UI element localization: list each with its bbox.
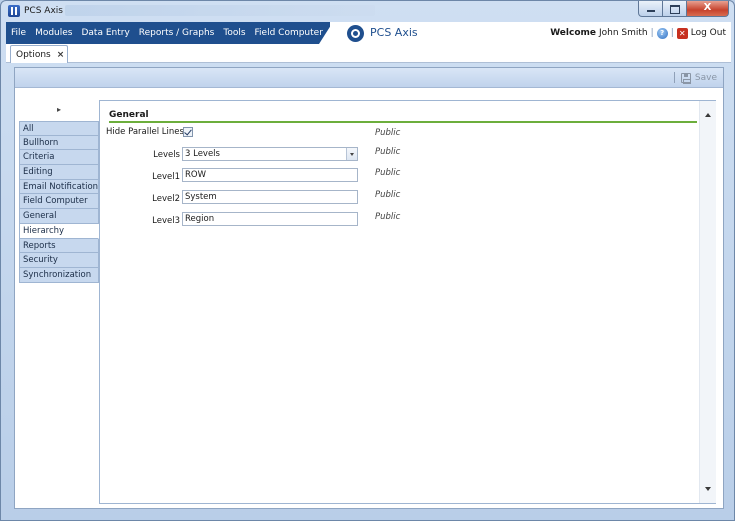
logout-link[interactable]: Log Out <box>691 28 726 38</box>
tab-label: Options <box>16 49 51 60</box>
close-window-button[interactable]: X <box>687 1 729 17</box>
public-tag: Public <box>375 128 401 138</box>
window-title: PCS Axis <box>24 6 63 16</box>
level2-label: Level2 <box>152 194 180 204</box>
menu-modules[interactable]: Modules <box>31 28 76 38</box>
separator: | <box>650 28 654 38</box>
tab-options[interactable]: Options × <box>10 45 68 63</box>
level2-input[interactable]: System <box>182 190 358 204</box>
collapse-arrow-icon[interactable]: ▸ <box>57 105 61 114</box>
toolbar: Save <box>15 68 723 88</box>
brand-logo-icon <box>347 25 364 42</box>
level3-label: Level3 <box>152 216 180 226</box>
sidebar-item-all[interactable]: All <box>19 121 99 136</box>
logout-icon[interactable]: ✕ <box>676 27 688 39</box>
menu-bar: File Modules Data Entry Reports / Graphs… <box>6 22 731 44</box>
window-controls: X <box>638 1 729 17</box>
sidebar-item-reports[interactable]: Reports <box>19 238 99 254</box>
taskbar-ghost-area <box>65 5 375 16</box>
options-category-list: All Bullhorn Criteria Editing Email Noti… <box>19 121 99 283</box>
public-tag: Public <box>375 168 401 178</box>
level3-input[interactable]: Region <box>182 212 358 226</box>
user-area: Welcome John Smith | ? | ✕ Log Out <box>550 22 726 44</box>
sidebar-item-synchronization[interactable]: Synchronization <box>19 267 99 283</box>
public-tag: Public <box>375 190 401 200</box>
application-window: PCS Axis X File Modules Data Entry Repor… <box>0 0 735 521</box>
level1-input[interactable]: ROW <box>182 168 358 182</box>
level1-label: Level1 <box>152 172 180 182</box>
public-tag: Public <box>375 147 401 157</box>
sidebar-item-bullhorn[interactable]: Bullhorn <box>19 135 99 151</box>
levels-label: Levels <box>153 150 180 160</box>
menu-reports-graphs[interactable]: Reports / Graphs <box>135 28 219 38</box>
sidebar-item-field-computer[interactable]: Field Computer <box>19 194 99 210</box>
menu-field-computer[interactable]: Field Computer <box>251 28 327 38</box>
vertical-scrollbar[interactable] <box>699 101 716 503</box>
save-label: Save <box>694 72 717 83</box>
save-disk-icon <box>680 72 691 84</box>
menu-tools[interactable]: Tools <box>219 28 249 38</box>
menu-items: File Modules Data Entry Reports / Graphs… <box>6 22 356 44</box>
brand-name: PCS Axis <box>370 26 418 39</box>
options-content: Save ▸ All Bullhorn Criteria Editing Ema… <box>14 67 724 509</box>
minimize-button[interactable] <box>638 1 663 17</box>
sidebar-item-email-notification[interactable]: Email Notification <box>19 179 99 195</box>
help-icon[interactable]: ? <box>656 27 668 39</box>
sidebar-item-hierarchy[interactable]: Hierarchy <box>19 223 99 239</box>
sidebar-item-general[interactable]: General <box>19 209 99 224</box>
settings-panel: General Hide Parallel Lines Public Level… <box>99 100 716 504</box>
app-icon <box>8 5 20 17</box>
close-icon: X <box>703 2 712 13</box>
welcome-label: Welcome <box>550 28 596 38</box>
hide-parallel-lines-label: Hide Parallel Lines <box>106 127 184 137</box>
maximize-button[interactable] <box>663 1 687 17</box>
options-sidebar: ▸ All Bullhorn Criteria Editing Email No… <box>19 100 99 504</box>
document-tab-strip: Options × <box>6 44 731 63</box>
save-button[interactable]: Save <box>673 72 717 84</box>
sidebar-item-security[interactable]: Security <box>19 253 99 268</box>
user-name: John Smith <box>598 28 648 38</box>
sidebar-item-editing[interactable]: Editing <box>19 165 99 180</box>
chevron-down-icon[interactable] <box>346 148 357 160</box>
tab-close-icon[interactable]: × <box>57 50 65 60</box>
section-title: General <box>109 110 697 123</box>
levels-dropdown[interactable]: 3 Levels <box>182 147 358 161</box>
separator: | <box>670 28 674 38</box>
hide-parallel-lines-checkbox[interactable] <box>183 127 193 137</box>
sidebar-item-criteria[interactable]: Criteria <box>19 150 99 166</box>
menu-data-entry[interactable]: Data Entry <box>77 28 133 38</box>
levels-selected-value: 3 Levels <box>185 149 220 159</box>
menu-file[interactable]: File <box>7 28 30 38</box>
scroll-up-icon[interactable] <box>705 113 711 117</box>
scroll-down-icon[interactable] <box>705 487 711 491</box>
public-tag: Public <box>375 212 401 222</box>
title-bar: PCS Axis X <box>1 1 734 21</box>
